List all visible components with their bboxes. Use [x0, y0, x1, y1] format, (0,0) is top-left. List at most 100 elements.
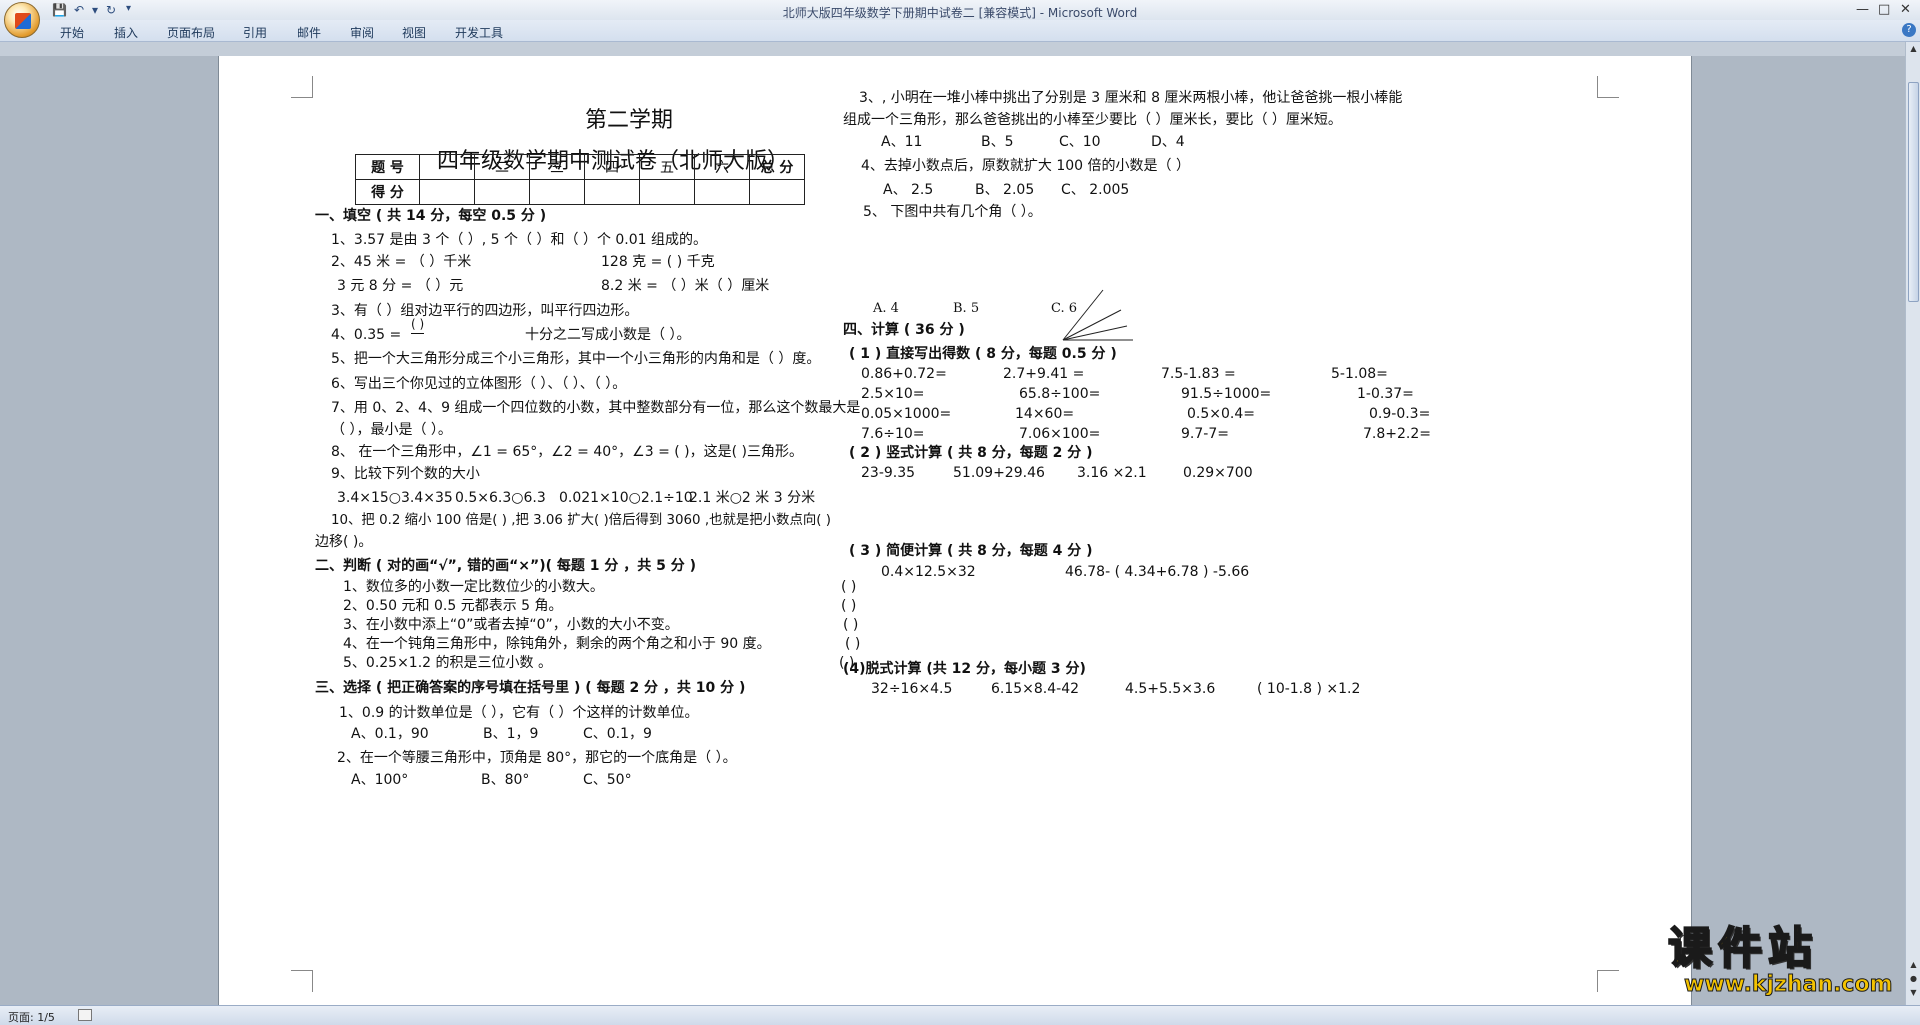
table-cell[interactable]	[419, 179, 475, 205]
calc-item: 91.5÷1000=	[1181, 386, 1272, 402]
table-cell: 题 号	[355, 154, 420, 180]
subsection-title: ( 2 ) 竖式计算 ( 共 8 分，每题 2 分 )	[849, 445, 1093, 461]
judge-item: 5、0.25×1.2 的积是三位小数 。	[343, 655, 552, 671]
previous-page-icon[interactable]: ▲	[1908, 960, 1919, 971]
redo-icon[interactable]: ↻	[106, 3, 116, 17]
calc-item: 0.9-0.3=	[1369, 406, 1431, 422]
question-text: 0.021×10○2.1÷10	[559, 490, 693, 506]
calc-item: 6.15×8.4-42	[991, 681, 1080, 697]
option-text: A. 4	[873, 301, 899, 316]
option-text: B、5	[981, 134, 1014, 150]
table-cell[interactable]	[529, 179, 585, 205]
calc-item: 14×60=	[1015, 406, 1075, 422]
judge-item: 4、在一个钝角三角形中，除钝角外，剩余的两个角之和小于 90 度。	[343, 636, 771, 652]
customize-qat-icon[interactable]: ▾	[126, 3, 131, 14]
question-text: 8、 在一个三角形中，∠1 = 65°，∠2 = 40°，∠3 = ( )，这是…	[331, 444, 803, 460]
save-icon[interactable]: 💾	[52, 3, 67, 17]
subsection-title: (4)脱式计算 (共 12 分，每小题 3 分)	[843, 661, 1086, 677]
tab-view[interactable]: 视图	[402, 24, 426, 41]
question-text: 十分之二写成小数是（ ）。	[525, 327, 691, 343]
tab-developer[interactable]: 开发工具	[455, 24, 503, 41]
calc-item: 4.5+5.5×3.6	[1125, 681, 1216, 697]
option-text: A、0.1，90	[351, 726, 429, 742]
table-cell: 五	[639, 154, 695, 180]
maximize-icon[interactable]: □	[1878, 2, 1890, 17]
table-cell: 二	[474, 154, 530, 180]
section-3-title: 三、选择 ( 把正确答案的序号填在括号里 ) ( 每题 2 分 ，共 10 分 …	[315, 680, 746, 696]
answer-paren[interactable]: ( )	[841, 579, 856, 596]
page-number-status[interactable]: 页面: 1/5	[8, 1009, 55, 1025]
question-text: 2、在一个等腰三角形中，顶角是 80°，那它的一个底角是（ ）。	[337, 750, 737, 766]
answer-paren[interactable]: ( )	[843, 617, 858, 634]
option-text: B. 5	[953, 301, 980, 316]
subsection-title: ( 1 ) 直接写出得数 ( 8 分，每题 0.5 分 )	[849, 346, 1117, 362]
table-cell: 一	[419, 154, 475, 180]
window-title: 北师大版四年级数学下册期中试卷二 [兼容模式] - Microsoft Word	[782, 6, 1138, 20]
answer-paren[interactable]: ( )	[845, 636, 860, 653]
question-text: 3.4×15○3.4×35	[337, 490, 453, 506]
tab-references[interactable]: 引用	[243, 24, 267, 41]
question-text: 1、3.57 是由 3 个（ ）, 5 个（ ）和（ ）个 0.01 组成的。	[331, 232, 708, 248]
calc-item: ( 10-1.8 ) ×1.2	[1257, 681, 1361, 697]
calc-item: 9.7-7=	[1181, 426, 1229, 442]
calc-item: 2.5×10=	[861, 386, 925, 402]
question-text: 7、用 0、2、4、9 组成一个四位数的小数，其中整数部分有一位，那么这个数最大…	[331, 400, 861, 416]
question-text: 5、把一个大三角形分成三个小三角形，其中一个小三角形的内角和是（ ）度。	[331, 351, 821, 367]
tab-insert[interactable]: 插入	[114, 24, 138, 41]
option-text: C、0.1，9	[583, 726, 652, 742]
table-cell[interactable]	[639, 179, 695, 205]
minimize-icon[interactable]: —	[1856, 2, 1869, 17]
scrollbar-thumb[interactable]	[1908, 82, 1919, 302]
option-text: C、10	[1059, 134, 1101, 150]
undo-dropdown-icon[interactable]: ▾	[92, 3, 98, 17]
browse-object-icon[interactable]: ●	[1908, 974, 1919, 985]
section-2-title: 二、判断 ( 对的画“√”, 错的画“×”)( 每题 1 分 ，共 5 分 )	[315, 558, 697, 574]
calc-item: 7.06×100=	[1019, 426, 1101, 442]
score-table-header-row: 题 号 一 二 三 四 五 六 总 分	[355, 154, 805, 180]
tab-review[interactable]: 审阅	[350, 24, 374, 41]
scroll-up-icon[interactable]: ▲	[1908, 44, 1919, 55]
judge-item: 3、在小数中添上“0”或者去掉“0”，小数的大小不变。	[343, 617, 679, 633]
undo-icon[interactable]: ↶	[74, 3, 84, 17]
option-text: B、 2.05	[975, 182, 1035, 198]
question-text: 2、45 米 = （ ）千米	[331, 254, 472, 270]
table-cell: 六	[694, 154, 750, 180]
help-icon[interactable]: ?	[1902, 23, 1916, 37]
score-table: 题 号 一 二 三 四 五 六 总 分 得 分	[355, 154, 805, 205]
question-text: 组成一个三角形，那么爸爸挑出的小棒至少要比（ ）厘米长，要比（ ）厘米短。	[843, 112, 1342, 128]
office-button[interactable]	[4, 2, 40, 38]
question-text: 5、 下图中共有几个角（ ）。	[863, 204, 1042, 220]
calc-item: 0.4×12.5×32	[881, 564, 976, 580]
tab-home[interactable]: 开始	[60, 24, 84, 41]
page-corner-mark	[1597, 76, 1619, 98]
ruler	[0, 42, 1920, 56]
vertical-scrollbar[interactable]: ▲ ▲ ● ▼	[1905, 42, 1920, 1005]
question-text: 4、0.35 =	[331, 327, 402, 343]
calc-item: 5-1.08=	[1331, 366, 1388, 382]
status-bar: 页面: 1/5	[0, 1005, 1920, 1025]
answer-paren[interactable]: ( )	[841, 598, 856, 615]
subsection-title: ( 3 ) 简便计算 ( 共 8 分，每题 4 分 )	[849, 543, 1093, 559]
document-page[interactable]: 第二学期 四年级数学期中测试卷（北师大版） 题 号 一 二 三 四 五 六 总 …	[218, 56, 1692, 1005]
table-cell[interactable]	[694, 179, 750, 205]
proofing-icon[interactable]	[78, 1009, 92, 1021]
watermark-brand: 课件站	[1667, 923, 1818, 974]
close-icon[interactable]: ✕	[1900, 2, 1911, 17]
option-text: A、11	[881, 134, 923, 150]
table-cell[interactable]	[749, 179, 805, 205]
tab-page-layout[interactable]: 页面布局	[167, 24, 215, 41]
tab-mailings[interactable]: 邮件	[297, 24, 321, 41]
table-cell[interactable]	[474, 179, 530, 205]
question-text: 8.2 米 = （ ）米（ ）厘米	[601, 278, 770, 294]
title-bar: 北师大版四年级数学下册期中试卷二 [兼容模式] - Microsoft Word…	[0, 0, 1920, 20]
exam-header-term: 第二学期	[585, 108, 674, 133]
option-text: C、50°	[583, 772, 632, 788]
question-text: 2.1 米○2 米 3 分米	[689, 490, 816, 506]
table-cell[interactable]	[584, 179, 640, 205]
table-cell: 三	[529, 154, 585, 180]
fraction-numerator: ( )	[411, 316, 425, 334]
question-text: 128 克 = ( ) 千克	[601, 254, 715, 270]
question-text: 4、去掉小数点后，原数就扩大 100 倍的小数是（ ）	[861, 158, 1190, 174]
calc-item: 7.5-1.83 =	[1161, 366, 1236, 382]
next-page-icon[interactable]: ▼	[1908, 988, 1919, 999]
